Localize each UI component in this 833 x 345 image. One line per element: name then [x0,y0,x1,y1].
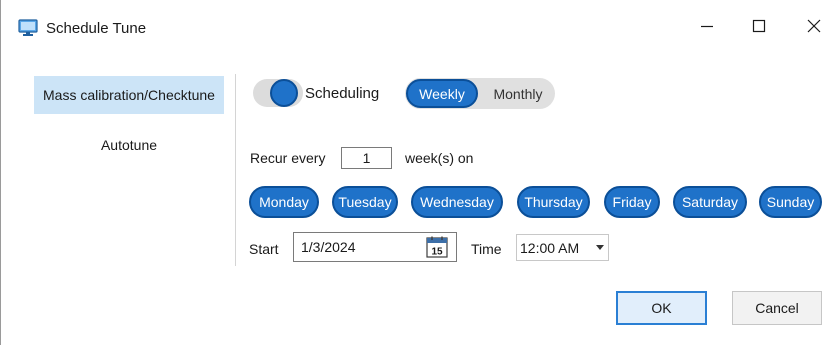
day-tuesday-button[interactable]: Tuesday [332,186,398,218]
minimize-button[interactable] [687,12,727,44]
day-friday-button[interactable]: Friday [604,186,660,218]
scheduling-label: Scheduling [305,85,380,102]
monthly-option[interactable]: Monthly [481,79,555,108]
calendar-icon[interactable]: 15 [426,236,448,258]
maximize-icon [752,19,766,38]
recur-interval-input[interactable] [341,147,392,169]
day-wednesday-button[interactable]: Wednesday [411,186,503,218]
close-icon [807,19,821,38]
monitor-icon [18,19,38,37]
day-monday-button[interactable]: Monday [249,186,319,218]
ok-button[interactable]: OK [616,291,707,325]
start-date-value: 1/3/2024 [301,239,356,255]
day-thursday-button[interactable]: Thursday [517,186,590,218]
close-button[interactable] [794,12,833,44]
frequency-selector: Weekly Monthly [405,78,555,109]
day-sunday-button[interactable]: Sunday [759,186,822,218]
toggle-knob [270,79,298,107]
sidebar-item-autotune[interactable]: Autotune [34,126,224,164]
cancel-button[interactable]: Cancel [732,291,822,325]
chevron-down-icon [596,245,604,250]
time-label: Time [471,241,502,257]
weekly-option[interactable]: Weekly [406,79,478,108]
schedule-tune-dialog: Schedule Tune Mass calibration/Checktune… [0,0,833,345]
scheduling-toggle[interactable] [253,79,303,107]
minimize-icon [700,19,714,38]
sidebar-item-mass-calibration[interactable]: Mass calibration/Checktune [34,76,224,114]
panel-divider [235,74,236,266]
start-date-field[interactable]: 1/3/2024 15 [293,232,457,262]
title-bar: Schedule Tune [1,0,833,56]
time-value: 12:00 AM [520,240,580,256]
start-label: Start [249,241,279,257]
day-saturday-button[interactable]: Saturday [673,186,747,218]
calendar-day-number: 15 [431,247,443,258]
window-title: Schedule Tune [46,20,147,37]
sidebar-item-label: Mass calibration/Checktune [43,87,215,103]
sidebar-item-label: Autotune [100,137,158,153]
time-dropdown[interactable]: 12:00 AM [516,234,609,261]
recur-unit-label: week(s) on [405,150,474,166]
maximize-button[interactable] [739,12,779,44]
recur-every-label: Recur every [250,150,326,166]
